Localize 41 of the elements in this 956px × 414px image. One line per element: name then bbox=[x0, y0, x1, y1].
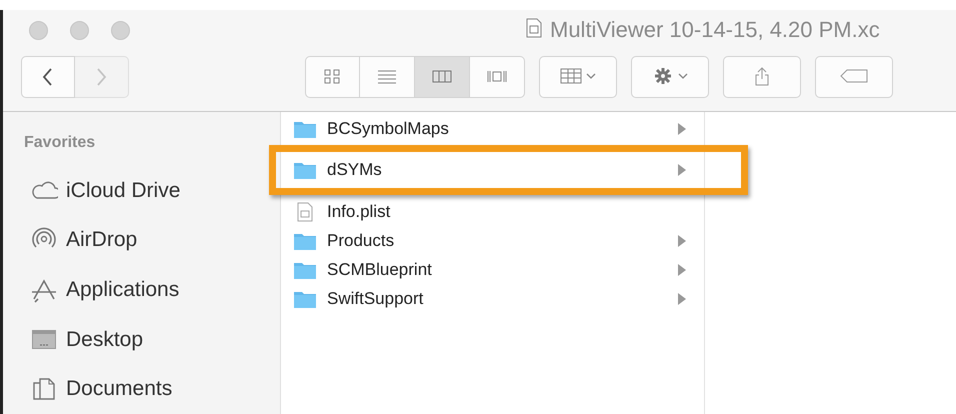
disclosure-arrow-icon bbox=[678, 164, 686, 176]
file-row[interactable]: Products bbox=[293, 226, 704, 255]
file-row[interactable]: SwiftSupport bbox=[293, 284, 704, 313]
document-icon bbox=[526, 18, 542, 38]
chevron-left-icon bbox=[42, 66, 54, 86]
window-control-button[interactable] bbox=[70, 20, 89, 40]
columns-icon bbox=[432, 68, 452, 85]
file-row[interactable]: SCMBlueprint bbox=[293, 255, 704, 284]
view-mode-button[interactable] bbox=[305, 56, 360, 98]
sidebar-item[interactable]: Documents bbox=[30, 364, 280, 414]
action-button[interactable] bbox=[631, 56, 709, 98]
sidebar-item[interactable]: AirDrop bbox=[30, 216, 280, 266]
window-control-button[interactable] bbox=[29, 20, 48, 40]
tag-button[interactable] bbox=[815, 56, 893, 98]
view-mode-button[interactable] bbox=[360, 56, 415, 98]
icon-grid-icon bbox=[322, 68, 342, 85]
share-icon bbox=[754, 67, 770, 86]
view-mode-button[interactable] bbox=[470, 56, 525, 98]
back-button[interactable] bbox=[21, 56, 75, 98]
sidebar-item[interactable]: iCloud Drive bbox=[30, 166, 280, 216]
disclosure-arrow-icon bbox=[678, 264, 686, 276]
file-row[interactable]: BCSymbolMaps bbox=[293, 114, 704, 143]
sidebar-item[interactable]: Desktop bbox=[30, 314, 280, 364]
disclosure-arrow-icon bbox=[678, 234, 686, 246]
disclosure-arrow-icon bbox=[678, 122, 686, 134]
arrange-button[interactable] bbox=[539, 56, 617, 98]
file-row[interactable]: dSYMs bbox=[293, 153, 704, 187]
view-mode-button[interactable] bbox=[415, 56, 470, 98]
share-button[interactable] bbox=[723, 56, 801, 98]
sidebar-item[interactable]: Applications bbox=[30, 265, 280, 315]
grid-dropdown-icon bbox=[560, 67, 596, 86]
sidebar-heading: Favorites bbox=[24, 134, 96, 152]
disclosure-arrow-icon bbox=[678, 292, 686, 304]
gear-dropdown-icon bbox=[652, 67, 688, 86]
folder-icon bbox=[293, 160, 317, 180]
list-lines-icon bbox=[377, 68, 397, 85]
window-title: MultiViewer 10-14-15, 4.20 PM.xc bbox=[550, 17, 880, 43]
window-control-button[interactable] bbox=[111, 20, 130, 40]
cover-flow-icon bbox=[487, 68, 507, 85]
chevron-right-icon bbox=[96, 66, 108, 86]
file-row[interactable]: Info.plist bbox=[293, 197, 704, 226]
